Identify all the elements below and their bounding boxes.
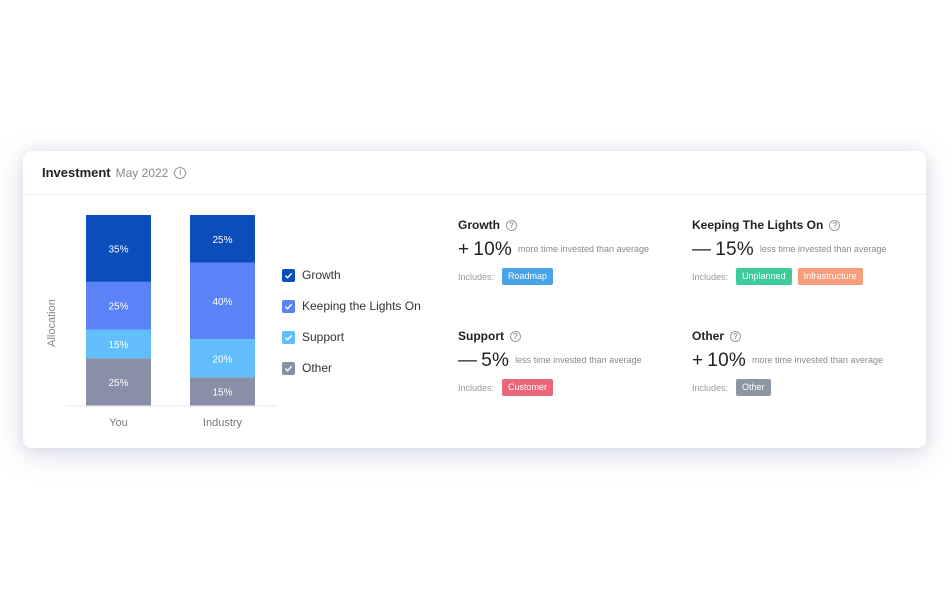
checkbox-growth[interactable] bbox=[282, 268, 295, 282]
metric-other: Other? + 10% more time invested than ave… bbox=[692, 329, 912, 396]
legend-item-growth[interactable]: Growth bbox=[282, 268, 421, 282]
metric-value: 10% bbox=[707, 350, 746, 371]
bar-value-label: 25% bbox=[108, 302, 128, 313]
legend-item-support[interactable]: Support bbox=[282, 330, 421, 344]
metric-description: more time invested than average bbox=[751, 355, 884, 365]
legend-item-other[interactable]: Other bbox=[282, 361, 421, 375]
metric-title: Other bbox=[692, 329, 725, 343]
tag-customer[interactable]: Customer bbox=[502, 379, 554, 396]
metric-keeping-the-lights-on: Keeping The Lights On? — 15% less time i… bbox=[692, 218, 912, 285]
includes-label: Includes: bbox=[458, 271, 495, 282]
legend-label: Growth bbox=[302, 268, 341, 282]
tag-roadmap[interactable]: Roadmap bbox=[502, 268, 554, 285]
check-icon bbox=[284, 334, 293, 341]
includes-label: Includes: bbox=[692, 271, 729, 282]
metric-sign: — bbox=[458, 350, 478, 371]
legend-item-keeping-the-lights-on[interactable]: Keeping the Lights On bbox=[282, 299, 421, 313]
metric-growth: Growth? + 10% more time invested than av… bbox=[458, 218, 678, 285]
bar-value-label: 35% bbox=[108, 244, 128, 255]
metric-sign: — bbox=[692, 239, 712, 260]
allocation-chart: Allocation 25% 15% 25% 35% 15% 20% 40% 25% You I… bbox=[46, 215, 276, 429]
chart-legend: Growth Keeping the Lights On Support Oth… bbox=[282, 268, 421, 392]
tag-infrastructure[interactable]: Infrastructure bbox=[797, 268, 863, 285]
x-tick-label-you: You bbox=[109, 417, 128, 429]
y-axis-label: Allocation bbox=[46, 299, 58, 347]
tag-other[interactable]: Other bbox=[736, 379, 771, 396]
includes-label: Includes: bbox=[692, 382, 729, 393]
check-icon bbox=[284, 272, 293, 279]
includes-label: Includes: bbox=[458, 382, 495, 393]
help-icon[interactable]: ? bbox=[730, 330, 742, 342]
metric-description: less time invested than average bbox=[759, 244, 887, 254]
legend-label: Keeping the Lights On bbox=[302, 299, 421, 313]
check-icon bbox=[284, 365, 293, 372]
tag-unplanned[interactable]: Unplanned bbox=[736, 268, 792, 285]
metric-support: Support? — 5% less time invested than av… bbox=[458, 329, 678, 396]
bar-value-label: 15% bbox=[212, 388, 232, 399]
investment-card: Investment May 2022 i Allocation 25% 15% 2… bbox=[23, 151, 926, 448]
checkbox-other[interactable] bbox=[282, 361, 295, 375]
metric-value: 10% bbox=[473, 239, 512, 260]
metric-sign: + bbox=[458, 239, 470, 260]
bar-value-label: 25% bbox=[212, 235, 232, 246]
legend-label: Support bbox=[302, 330, 345, 344]
checkbox-keeping-the-lights-on[interactable] bbox=[282, 299, 295, 313]
check-icon bbox=[284, 303, 293, 310]
x-tick-label-industry: Industry bbox=[203, 417, 243, 429]
bar-value-label: 40% bbox=[212, 297, 232, 308]
metric-value: 5% bbox=[481, 350, 510, 371]
help-icon[interactable]: ? bbox=[506, 219, 517, 231]
bar-value-label: 15% bbox=[108, 340, 128, 351]
bar-value-label: 25% bbox=[108, 378, 128, 389]
metric-title: Keeping The Lights On bbox=[692, 218, 824, 232]
metric-description: more time invested than average bbox=[517, 244, 650, 254]
metric-description: less time invested than average bbox=[515, 355, 642, 365]
metric-sign: + bbox=[692, 350, 704, 371]
checkbox-support[interactable] bbox=[282, 330, 295, 344]
metric-title: Support bbox=[458, 329, 504, 343]
help-icon[interactable]: ? bbox=[829, 219, 841, 231]
help-icon[interactable]: ? bbox=[510, 330, 521, 342]
metric-title: Growth bbox=[458, 218, 500, 232]
metric-value: 15% bbox=[715, 239, 754, 260]
bar-value-label: 20% bbox=[212, 354, 232, 365]
legend-label: Other bbox=[302, 361, 333, 375]
